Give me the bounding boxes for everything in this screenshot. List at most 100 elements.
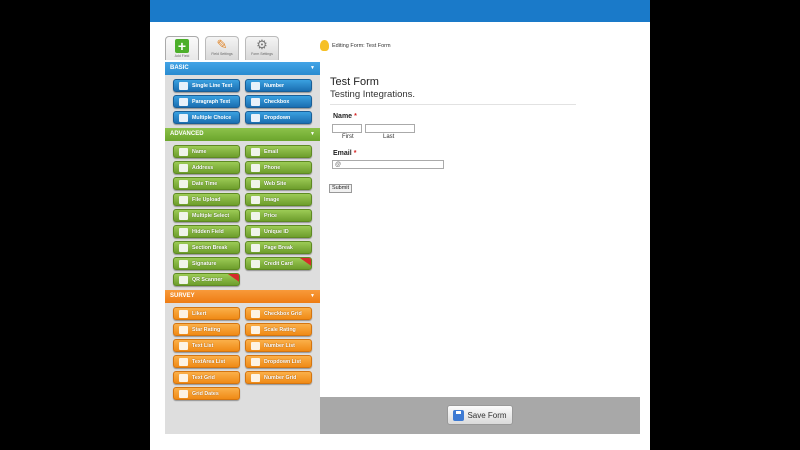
page-break-icon bbox=[251, 243, 260, 252]
add-date-time-button[interactable]: Date Time bbox=[173, 177, 240, 190]
name-field-label: Name * bbox=[333, 113, 357, 120]
add-credit-card-button[interactable]: Credit Card bbox=[245, 257, 312, 270]
signature-icon bbox=[179, 259, 188, 268]
add-text-grid-button[interactable]: Text Grid bbox=[173, 371, 240, 384]
add-name-button[interactable]: Name bbox=[173, 145, 240, 158]
add-qr-scanner-button[interactable]: QR Scanner bbox=[173, 273, 240, 286]
field-label: Date Time bbox=[192, 180, 218, 187]
add-dropdown-list-button[interactable]: Dropdown List bbox=[245, 355, 312, 368]
section-break-icon bbox=[179, 243, 188, 252]
save-form-label: Save Form bbox=[467, 410, 507, 420]
advanced-fields: Name Email Address Phone Date Time Web Site Fi… bbox=[165, 141, 320, 290]
tab-add-field[interactable]: + Add Field bbox=[165, 36, 199, 60]
email-icon bbox=[251, 147, 260, 156]
field-label: Multiple Select bbox=[192, 212, 230, 219]
add-single-line-text-button[interactable]: Single Line Text bbox=[173, 79, 240, 92]
image-icon bbox=[251, 195, 260, 204]
add-checkbox-grid-button[interactable]: Checkbox Grid bbox=[245, 307, 312, 320]
add-paragraph-text-button[interactable]: Paragraph Text bbox=[173, 95, 240, 108]
collapse-arrow-icon: ▼ bbox=[310, 131, 315, 137]
add-number-grid-button[interactable]: Number Grid bbox=[245, 371, 312, 384]
add-number-button[interactable]: Number bbox=[245, 79, 312, 92]
add-price-button[interactable]: Price bbox=[245, 209, 312, 222]
add-number-list-button[interactable]: Number List bbox=[245, 339, 312, 352]
field-label: Phone bbox=[264, 164, 281, 171]
unique-id-icon bbox=[251, 227, 260, 236]
survey-fields: Likert Checkbox Grid Star Rating Scale Rati… bbox=[165, 303, 320, 404]
collapse-arrow-icon: ▼ bbox=[310, 65, 315, 71]
form-title: Test Form bbox=[330, 76, 379, 88]
form-divider bbox=[330, 104, 576, 105]
add-address-button[interactable]: Address bbox=[173, 161, 240, 174]
section-advanced-header[interactable]: ADVANCED ▼ bbox=[165, 128, 320, 141]
lightbulb-icon bbox=[320, 40, 329, 51]
add-unique-id-button[interactable]: Unique ID bbox=[245, 225, 312, 238]
number-icon bbox=[251, 81, 260, 90]
checkbox-grid-icon bbox=[251, 309, 260, 318]
multiple-select-icon bbox=[179, 211, 188, 220]
credit-card-icon bbox=[251, 259, 260, 268]
submit-button[interactable]: Submit bbox=[329, 184, 352, 193]
field-label: Hidden Field bbox=[192, 228, 224, 235]
form-builder-page: + Add Field ✎ Field Settings ⚙ Form Sett… bbox=[150, 0, 650, 450]
save-form-button[interactable]: Save Form bbox=[447, 405, 513, 425]
field-label: Multiple Choice bbox=[192, 114, 232, 121]
tab-form-settings[interactable]: ⚙ Form Settings bbox=[245, 36, 279, 60]
section-survey-header[interactable]: SURVEY ▼ bbox=[165, 290, 320, 303]
add-hidden-field-button[interactable]: Hidden Field bbox=[173, 225, 240, 238]
likert-icon bbox=[179, 309, 188, 318]
number-list-icon bbox=[251, 341, 260, 350]
email-input[interactable]: @ bbox=[332, 160, 444, 169]
add-text-list-button[interactable]: Text List bbox=[173, 339, 240, 352]
save-disk-icon bbox=[453, 409, 465, 421]
add-likert-button[interactable]: Likert bbox=[173, 307, 240, 320]
star-rating-icon bbox=[179, 325, 188, 334]
dropdown-list-icon bbox=[251, 357, 260, 366]
tab-field-settings[interactable]: ✎ Field Settings bbox=[205, 36, 239, 60]
top-bar bbox=[150, 0, 650, 22]
add-star-rating-button[interactable]: Star Rating bbox=[173, 323, 240, 336]
add-scale-rating-button[interactable]: Scale Rating bbox=[245, 323, 312, 336]
email-label-text: Email bbox=[333, 150, 352, 157]
address-icon bbox=[179, 163, 188, 172]
name-icon bbox=[179, 147, 188, 156]
last-name-input[interactable] bbox=[365, 124, 415, 133]
form-description: Testing Integrations. bbox=[330, 89, 416, 100]
scale-rating-icon bbox=[251, 325, 260, 334]
tab-form-settings-label: Form Settings bbox=[251, 52, 273, 56]
field-label: Page Break bbox=[264, 244, 293, 251]
footer-bar: Save Form bbox=[320, 397, 640, 434]
add-web-site-button[interactable]: Web Site bbox=[245, 177, 312, 190]
add-phone-button[interactable]: Phone bbox=[245, 161, 312, 174]
add-signature-button[interactable]: Signature bbox=[173, 257, 240, 270]
add-multiple-choice-button[interactable]: Multiple Choice bbox=[173, 111, 240, 124]
field-label: Unique ID bbox=[264, 228, 289, 235]
add-email-button[interactable]: Email bbox=[245, 145, 312, 158]
add-image-button[interactable]: Image bbox=[245, 193, 312, 206]
field-label: Checkbox Grid bbox=[264, 310, 302, 317]
collapse-arrow-icon: ▼ bbox=[310, 293, 315, 299]
field-label: Dropdown List bbox=[264, 358, 302, 365]
field-label: Text Grid bbox=[192, 374, 215, 381]
add-page-break-button[interactable]: Page Break bbox=[245, 241, 312, 254]
add-section-break-button[interactable]: Section Break bbox=[173, 241, 240, 254]
add-dropdown-button[interactable]: Dropdown bbox=[245, 111, 312, 124]
section-survey-title: SURVEY bbox=[170, 293, 195, 299]
field-label: Scale Rating bbox=[264, 326, 296, 333]
grid-dates-icon bbox=[179, 389, 188, 398]
last-sublabel: Last bbox=[383, 134, 395, 140]
add-textarea-list-button[interactable]: TextArea List bbox=[173, 355, 240, 368]
section-basic-header[interactable]: BASIC ▼ bbox=[165, 62, 320, 75]
add-file-upload-button[interactable]: File Upload bbox=[173, 193, 240, 206]
editing-form-title: Editing Form: Test Form bbox=[332, 42, 391, 49]
add-multiple-select-button[interactable]: Multiple Select bbox=[173, 209, 240, 222]
name-label-text: Name bbox=[333, 113, 353, 120]
email-field-label: Email * bbox=[333, 150, 356, 157]
field-label: Address bbox=[192, 164, 214, 171]
text-grid-icon bbox=[179, 373, 188, 382]
add-checkbox-button[interactable]: Checkbox bbox=[245, 95, 312, 108]
first-name-input[interactable] bbox=[332, 124, 362, 133]
add-grid-dates-button[interactable]: Grid Dates bbox=[173, 387, 240, 400]
date-time-icon bbox=[179, 179, 188, 188]
field-label: Likert bbox=[192, 310, 207, 317]
